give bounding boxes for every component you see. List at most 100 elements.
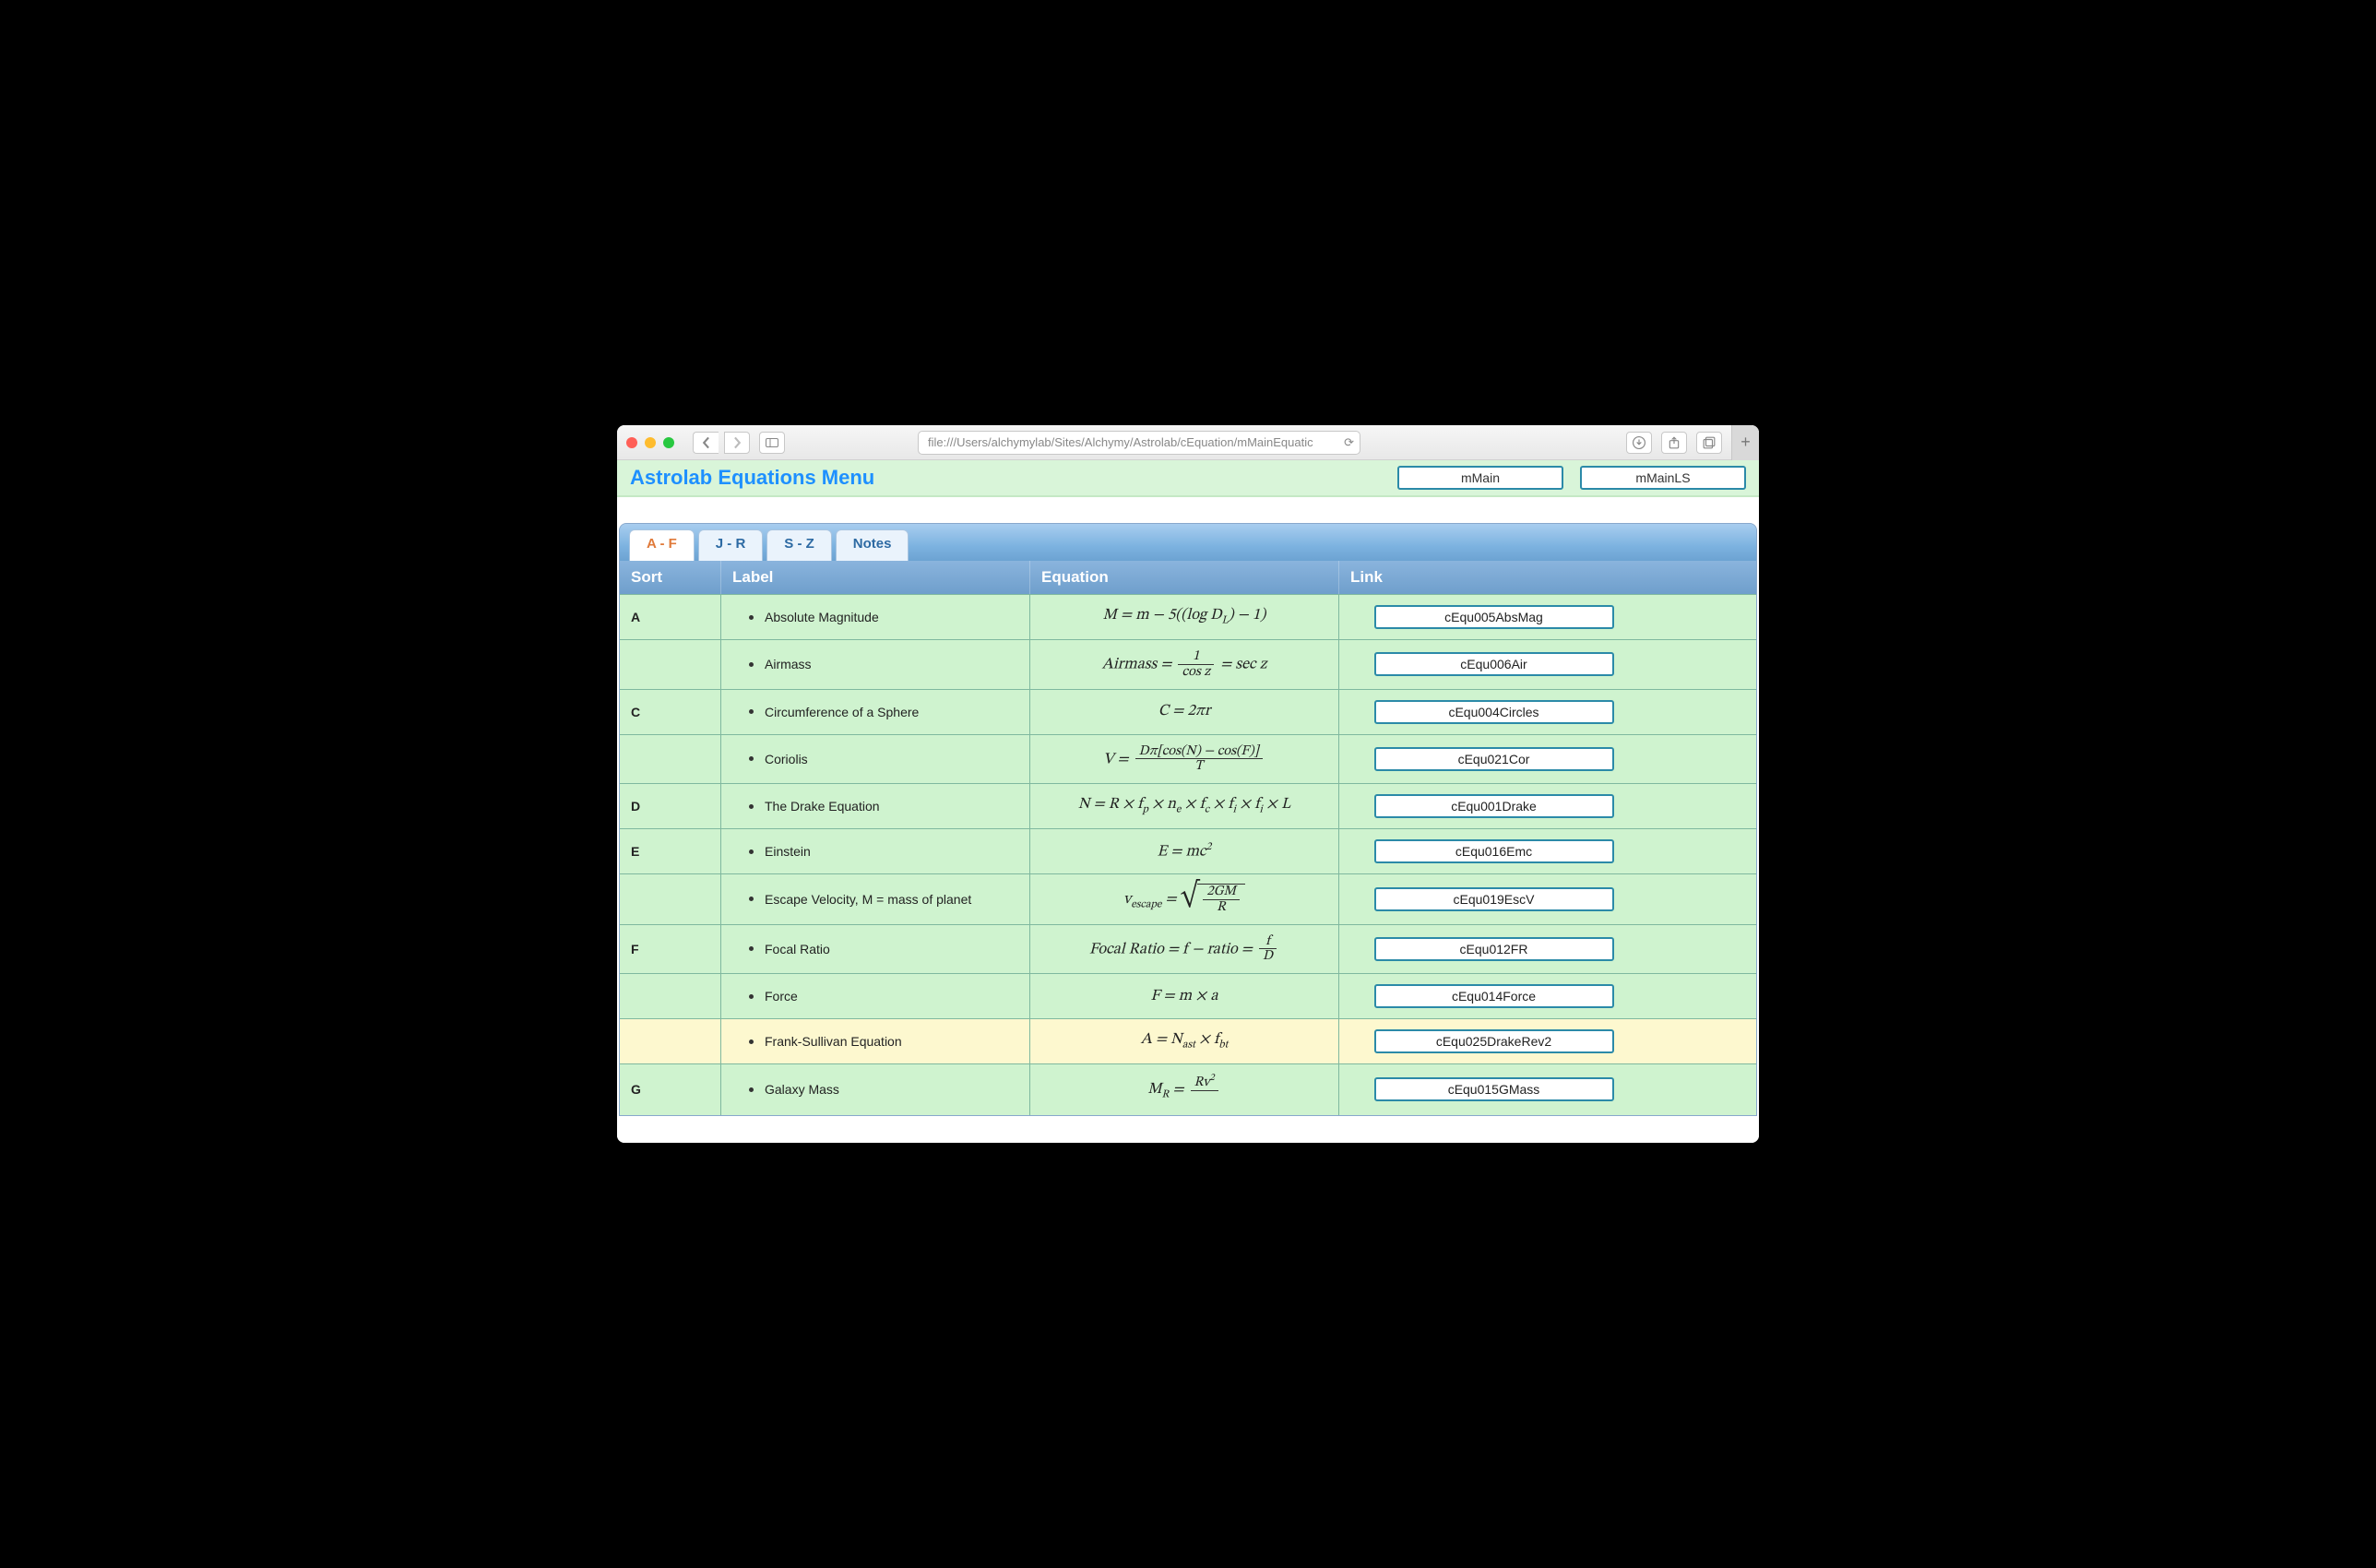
- equation-cell: Airmass = 1cos z = sec z: [1030, 640, 1339, 689]
- sort-cell: F: [620, 925, 721, 974]
- tab-a-f[interactable]: A - F: [629, 529, 695, 561]
- table-row: CCircumference of a SphereC = 2πrcEqu004…: [620, 689, 1756, 734]
- back-button[interactable]: [693, 432, 719, 454]
- label-cell: Frank-Sullivan Equation: [721, 1019, 1030, 1063]
- bullet-icon: [749, 615, 754, 620]
- zoom-icon[interactable]: [663, 437, 674, 448]
- bullet-icon: [749, 756, 754, 761]
- bullet-icon: [749, 897, 754, 901]
- label-text: Escape Velocity, M = mass of planet: [765, 892, 971, 907]
- tab-bar: A - F J - R S - Z Notes: [620, 524, 1756, 561]
- table-row: Airmass Airmass = 1cos z = sec z cEqu006Ai…: [620, 639, 1756, 689]
- downloads-button[interactable]: [1626, 432, 1652, 454]
- label-cell: Circumference of a Sphere: [721, 690, 1030, 734]
- link-button[interactable]: cEqu021Cor: [1374, 747, 1614, 771]
- label-text: Absolute Magnitude: [765, 610, 879, 624]
- label-text: Coriolis: [765, 752, 808, 766]
- sort-cell: [620, 874, 721, 924]
- header-button-mmain[interactable]: mMain: [1397, 466, 1563, 490]
- link-cell: cEqu006Air: [1339, 640, 1648, 689]
- link-button[interactable]: cEqu015GMass: [1374, 1077, 1614, 1101]
- tabs-icon: [1703, 436, 1716, 449]
- window-controls: [626, 437, 674, 448]
- new-tab-button[interactable]: +: [1731, 425, 1759, 460]
- sort-cell: [620, 640, 721, 689]
- label-text: Airmass: [765, 657, 812, 671]
- label-cell: Galaxy Mass: [721, 1064, 1030, 1115]
- link-button[interactable]: cEqu019EscV: [1374, 887, 1614, 911]
- browser-window: file:///Users/alchymylab/Sites/Alchymy/A…: [617, 425, 1759, 1143]
- bullet-icon: [749, 1039, 754, 1044]
- label-cell: Coriolis: [721, 735, 1030, 784]
- sort-cell: E: [620, 829, 721, 873]
- tab-notes[interactable]: Notes: [836, 529, 909, 561]
- address-bar[interactable]: file:///Users/alchymylab/Sites/Alchymy/A…: [918, 431, 1360, 455]
- link-button[interactable]: cEqu004Circles: [1374, 700, 1614, 724]
- tabs-button[interactable]: [1696, 432, 1722, 454]
- table-row: Escape Velocity, M = mass of planet vesca…: [620, 873, 1756, 924]
- bullet-icon: [749, 946, 754, 951]
- equation-cell: V = Dπ[cos(N) − cos(F)]T: [1030, 735, 1339, 784]
- label-cell: The Drake Equation: [721, 784, 1030, 828]
- label-text: Force: [765, 989, 798, 1004]
- col-label: Label: [721, 561, 1030, 594]
- link-cell: cEqu021Cor: [1339, 735, 1648, 784]
- link-button[interactable]: cEqu014Force: [1374, 984, 1614, 1008]
- link-cell: cEqu025DrakeRev2: [1339, 1019, 1648, 1063]
- table-body: AAbsolute MagnitudeM = m − 5((log DL) − …: [620, 594, 1756, 1115]
- equation-cell: A = Nast × fbt: [1030, 1019, 1339, 1063]
- sort-cell: G: [620, 1064, 721, 1115]
- link-cell: cEqu016Emc: [1339, 829, 1648, 873]
- link-cell: cEqu015GMass: [1339, 1064, 1648, 1115]
- header-button-mmainls[interactable]: mMainLS: [1580, 466, 1746, 490]
- minimize-icon[interactable]: [645, 437, 656, 448]
- table-header: Sort Label Equation Link: [620, 561, 1756, 594]
- table-row: Coriolis V = Dπ[cos(N) − cos(F)]T cEqu021C…: [620, 734, 1756, 784]
- link-button[interactable]: cEqu012FR: [1374, 937, 1614, 961]
- bullet-icon: [749, 849, 754, 854]
- table-row: DThe Drake EquationN = R × fp × ne × fc …: [620, 783, 1756, 828]
- tab-s-z[interactable]: S - Z: [766, 529, 832, 561]
- page-header: Astrolab Equations Menu mMain mMainLS: [617, 460, 1759, 497]
- label-cell: Force: [721, 974, 1030, 1018]
- content-area: A - F J - R S - Z Notes Sort Label Equat…: [617, 497, 1759, 1116]
- link-button[interactable]: cEqu016Emc: [1374, 839, 1614, 863]
- equation-cell: MR = Rv2: [1030, 1064, 1339, 1115]
- page-content: Astrolab Equations Menu mMain mMainLS A …: [617, 460, 1759, 1143]
- table-row: Force F = m × a cEqu014Force: [620, 973, 1756, 1018]
- table-row: EEinsteinE = mc2cEqu016Emc: [620, 828, 1756, 873]
- tab-panel: A - F J - R S - Z Notes Sort Label Equat…: [619, 523, 1757, 1116]
- col-sort: Sort: [620, 561, 721, 594]
- link-button[interactable]: cEqu001Drake: [1374, 794, 1614, 818]
- share-button[interactable]: [1661, 432, 1687, 454]
- sort-cell: [620, 1019, 721, 1063]
- equation-cell: F = m × a: [1030, 974, 1339, 1018]
- reload-button[interactable]: ⟳: [1344, 435, 1354, 450]
- sort-cell: D: [620, 784, 721, 828]
- equation-cell: vescape = 2GMR: [1030, 874, 1339, 924]
- label-text: Circumference of a Sphere: [765, 705, 919, 719]
- link-cell: cEqu014Force: [1339, 974, 1648, 1018]
- sidebar-toggle-button[interactable]: [759, 432, 785, 454]
- link-button[interactable]: cEqu025DrakeRev2: [1374, 1029, 1614, 1053]
- table-row: AAbsolute MagnitudeM = m − 5((log DL) − …: [620, 594, 1756, 639]
- tab-j-r[interactable]: J - R: [698, 529, 764, 561]
- col-link: Link: [1339, 561, 1648, 594]
- label-text: Einstein: [765, 844, 811, 859]
- link-button[interactable]: cEqu005AbsMag: [1374, 605, 1614, 629]
- titlebar: file:///Users/alchymylab/Sites/Alchymy/A…: [617, 425, 1759, 460]
- label-cell: Airmass: [721, 640, 1030, 689]
- bullet-icon: [749, 804, 754, 809]
- label-cell: Absolute Magnitude: [721, 595, 1030, 639]
- link-button[interactable]: cEqu006Air: [1374, 652, 1614, 676]
- close-icon[interactable]: [626, 437, 637, 448]
- link-cell: cEqu001Drake: [1339, 784, 1648, 828]
- bullet-icon: [749, 662, 754, 667]
- forward-button[interactable]: [724, 432, 750, 454]
- sort-cell: [620, 974, 721, 1018]
- toolbar-right: +: [1626, 425, 1750, 460]
- equation-cell: C = 2πr: [1030, 690, 1339, 734]
- sort-cell: [620, 735, 721, 784]
- table-row: GGalaxy MassMR = Rv2 cEqu015GMass: [620, 1063, 1756, 1115]
- page-title: Astrolab Equations Menu: [630, 466, 874, 490]
